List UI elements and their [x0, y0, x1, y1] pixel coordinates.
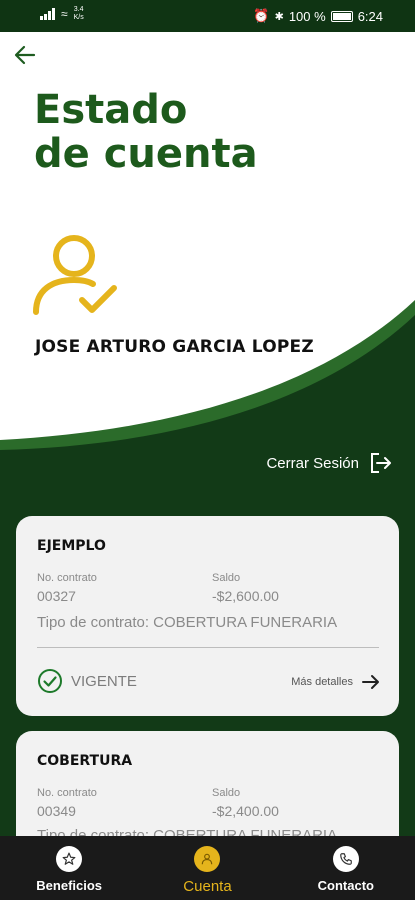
nav-item-beneficios[interactable]: Beneficios — [0, 836, 138, 900]
status-label: VIGENTE — [71, 672, 137, 690]
nav-label: Cuenta — [183, 878, 232, 895]
logout-icon — [371, 453, 391, 473]
user-icon — [194, 846, 221, 872]
card-divider — [37, 647, 379, 648]
contract-name: COBERTURA — [37, 753, 133, 769]
contract-number-label: No. contrato — [37, 572, 97, 584]
arrow-left-icon — [14, 45, 36, 65]
signal-icon — [40, 8, 55, 20]
logout-button[interactable]: Cerrar Sesión — [266, 451, 393, 475]
balance-value: -$2,600.00 — [212, 588, 279, 604]
nav-item-cuenta[interactable]: Cuenta — [138, 836, 276, 900]
back-button[interactable] — [12, 42, 40, 70]
contract-name: EJEMPLO — [37, 538, 106, 554]
balance-label: Saldo — [212, 787, 241, 799]
page-title-line-1: Estado — [34, 87, 188, 133]
contract-card[interactable]: EJEMPLO No. contrato 00327 Saldo -$2,600… — [16, 516, 399, 716]
phone-icon — [332, 846, 359, 872]
contract-type: Tipo de contrato: COBERTURA FUNERARIA — [37, 614, 338, 631]
clock: 6:24 — [357, 8, 383, 24]
page-title: Estado de cuenta — [34, 88, 334, 176]
contract-number: 00349 — [37, 803, 76, 819]
bottom-navigation: Beneficios Cuenta Contacto — [0, 836, 415, 900]
more-details-link[interactable]: Más detalles — [291, 672, 381, 692]
network-speed: 3.4 K/s — [73, 6, 84, 21]
status-badge: VIGENTE — [37, 668, 137, 694]
alarm-icon: ⏰ — [253, 8, 270, 23]
balance-value: -$2,400.00 — [212, 803, 279, 819]
check-circle-icon — [38, 669, 62, 693]
status-bar: ≈ 3.4 K/s ⏰ ✱ 100 % 6:24 — [0, 0, 415, 32]
battery-percent: 100 % — [288, 8, 326, 24]
arrow-right-icon — [362, 675, 379, 689]
nav-item-contacto[interactable]: Contacto — [277, 836, 415, 900]
user-check-icon — [33, 235, 117, 315]
page-title-line-2: de cuenta — [34, 131, 258, 177]
contract-number-label: No. contrato — [37, 787, 97, 799]
more-details-label: Más detalles — [291, 676, 353, 688]
star-icon — [56, 846, 83, 872]
nav-label: Beneficios — [36, 878, 103, 893]
bluetooth-icon: ✱ — [274, 10, 284, 23]
battery-icon — [330, 10, 353, 22]
balance-label: Saldo — [212, 572, 241, 584]
nav-label: Contacto — [317, 878, 374, 893]
user-name: JOSE ARTURO GARCIA LOPEZ — [35, 337, 314, 357]
logout-label: Cerrar Sesión — [266, 454, 359, 472]
contract-number: 00327 — [37, 588, 76, 604]
wifi-icon: ≈ — [61, 7, 68, 21]
